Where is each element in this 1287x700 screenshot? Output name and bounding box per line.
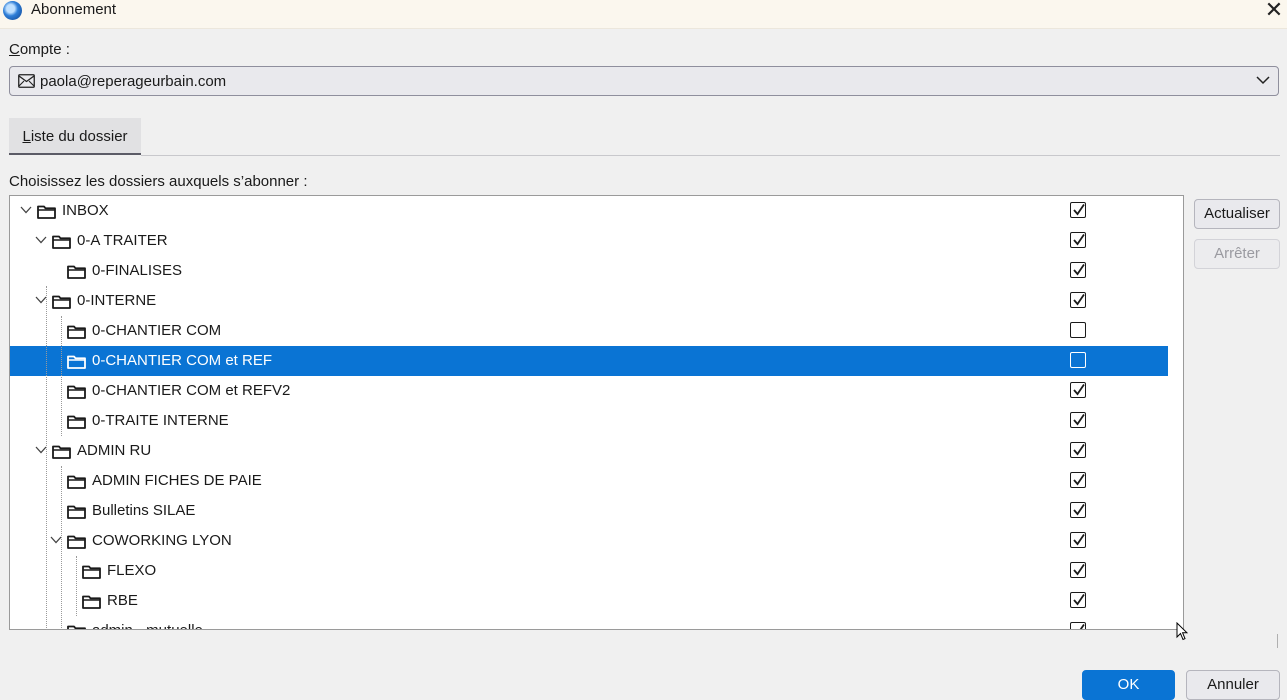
checkbox-check-icon <box>1073 533 1085 546</box>
ok-button[interactable]: OK <box>1082 670 1175 700</box>
folder-tree[interactable]: INBOX 0-A TRAITER 0-FINALISES 0-INTERNE 0-CH… <box>9 195 1184 630</box>
folder-icon <box>82 565 101 579</box>
checkbox-check-icon <box>1073 503 1085 516</box>
folder-row[interactable]: FLEXO <box>10 556 1168 586</box>
checkbox-check-icon <box>1073 593 1085 606</box>
tab-folder-list[interactable]: Liste du dossier <box>9 118 141 155</box>
folder-name: INBOX <box>62 202 109 219</box>
subscribe-checkbox[interactable] <box>1070 202 1086 218</box>
folder-row[interactable]: COWORKING LYON <box>10 526 1168 556</box>
checkbox-check-icon <box>1073 563 1085 576</box>
checkbox-check-icon <box>1073 293 1085 306</box>
folder-row[interactable]: 0-TRAITE INTERNE <box>10 406 1168 436</box>
folder-name: 0-FINALISES <box>92 262 183 279</box>
instruction-label: Choisissez les dossiers auxquels s’abonn… <box>9 173 308 190</box>
folder-icon <box>52 235 71 249</box>
subscribe-checkbox[interactable] <box>1070 292 1086 308</box>
folder-name: 0-CHANTIER COM et REF <box>92 352 273 369</box>
folder-icon <box>52 295 71 309</box>
checkbox-check-icon <box>1073 233 1085 246</box>
mail-account-icon <box>18 74 35 88</box>
folder-row[interactable]: RBE <box>10 586 1168 616</box>
app-icon <box>3 1 22 20</box>
account-value: paola@reperageurbain.com <box>40 73 227 90</box>
subscribe-checkbox[interactable] <box>1070 352 1086 368</box>
refresh-button[interactable]: Actualiser <box>1194 199 1280 229</box>
subscribe-checkbox[interactable] <box>1070 622 1086 629</box>
checkbox-check-icon <box>1073 413 1085 426</box>
folder-icon <box>67 505 86 519</box>
subscribe-checkbox[interactable] <box>1070 562 1086 578</box>
folder-icon <box>67 355 86 369</box>
folder-name: ADMIN RU <box>77 442 152 459</box>
subscribe-checkbox[interactable] <box>1070 442 1086 458</box>
subscribe-checkbox[interactable] <box>1070 382 1086 398</box>
folder-icon <box>67 325 86 339</box>
folder-row[interactable]: 0-CHANTIER COM et REF <box>10 346 1168 376</box>
folder-name: COWORKING LYON <box>92 532 232 549</box>
folder-name: FLEXO <box>107 562 157 579</box>
checkbox-check-icon <box>1073 263 1085 276</box>
folder-row[interactable]: 0-A TRAITER <box>10 226 1168 256</box>
chevron-down-icon <box>1256 76 1270 85</box>
folder-name: admin - mutuelle <box>92 622 203 629</box>
folder-icon <box>67 625 86 629</box>
folder-row[interactable]: admin - mutuelle <box>10 616 1168 629</box>
close-icon[interactable]: ✕ <box>1262 0 1286 24</box>
tree-guide-line <box>61 316 62 436</box>
folder-row[interactable]: 0-INTERNE <box>10 286 1168 316</box>
tree-guide-line <box>61 466 62 629</box>
account-select[interactable]: paola@reperageurbain.com <box>9 66 1279 96</box>
folder-icon <box>67 475 86 489</box>
checkbox-check-icon <box>1073 383 1085 396</box>
checkbox-check-icon <box>1073 203 1085 216</box>
checkbox-check-icon <box>1079 623 1085 629</box>
cancel-button[interactable]: Annuler <box>1186 670 1280 700</box>
expand-twisty-icon[interactable] <box>20 205 32 215</box>
window-title: Abonnement <box>31 1 117 18</box>
folder-row[interactable]: Bulletins SILAE <box>10 496 1168 526</box>
folder-name: Bulletins SILAE <box>92 502 196 519</box>
folder-icon <box>82 595 101 609</box>
subscribe-checkbox[interactable] <box>1070 502 1086 518</box>
tab-divider <box>141 155 1280 156</box>
folder-row[interactable]: 0-CHANTIER COM <box>10 316 1168 346</box>
mouse-cursor-icon <box>1176 622 1188 641</box>
subscribe-checkbox[interactable] <box>1070 262 1086 278</box>
folder-name: ADMIN FICHES DE PAIE <box>92 472 262 489</box>
folder-name: 0-CHANTIER COM <box>92 322 222 339</box>
folder-icon <box>37 205 56 219</box>
subscribe-checkbox[interactable] <box>1070 592 1086 608</box>
subscribe-checkbox[interactable] <box>1070 322 1086 338</box>
folder-icon <box>67 535 86 549</box>
folder-row[interactable]: ADMIN FICHES DE PAIE <box>10 466 1168 496</box>
folder-row[interactable]: ADMIN RU <box>10 436 1168 466</box>
subscribe-checkbox[interactable] <box>1070 532 1086 548</box>
subscribe-checkbox[interactable] <box>1070 412 1086 428</box>
expand-twisty-icon[interactable] <box>35 235 47 245</box>
account-label: Compte : <box>9 41 70 58</box>
subscribe-checkbox[interactable] <box>1070 232 1086 248</box>
checkbox-check-icon <box>1073 443 1085 456</box>
folder-name: 0-A TRAITER <box>77 232 168 249</box>
tree-guide-line <box>76 556 77 616</box>
checkbox-check-icon <box>1073 473 1085 486</box>
folder-icon <box>52 445 71 459</box>
resize-grip <box>1277 634 1278 648</box>
folder-row[interactable]: 0-FINALISES <box>10 256 1168 286</box>
title-bar: Abonnement ✕ <box>0 0 1287 29</box>
folder-icon <box>67 385 86 399</box>
folder-icon <box>67 415 86 429</box>
folder-name: 0-CHANTIER COM et REFV2 <box>92 382 291 399</box>
folder-row[interactable]: 0-CHANTIER COM et REFV2 <box>10 376 1168 406</box>
tree-guide-line <box>46 286 47 629</box>
subscribe-checkbox[interactable] <box>1070 472 1086 488</box>
folder-name: RBE <box>107 592 138 609</box>
folder-icon <box>67 265 86 279</box>
folder-row[interactable]: INBOX <box>10 196 1168 226</box>
folder-name: 0-TRAITE INTERNE <box>92 412 229 429</box>
stop-button[interactable]: Arrêter <box>1194 239 1280 269</box>
folder-name: 0-INTERNE <box>77 292 157 309</box>
